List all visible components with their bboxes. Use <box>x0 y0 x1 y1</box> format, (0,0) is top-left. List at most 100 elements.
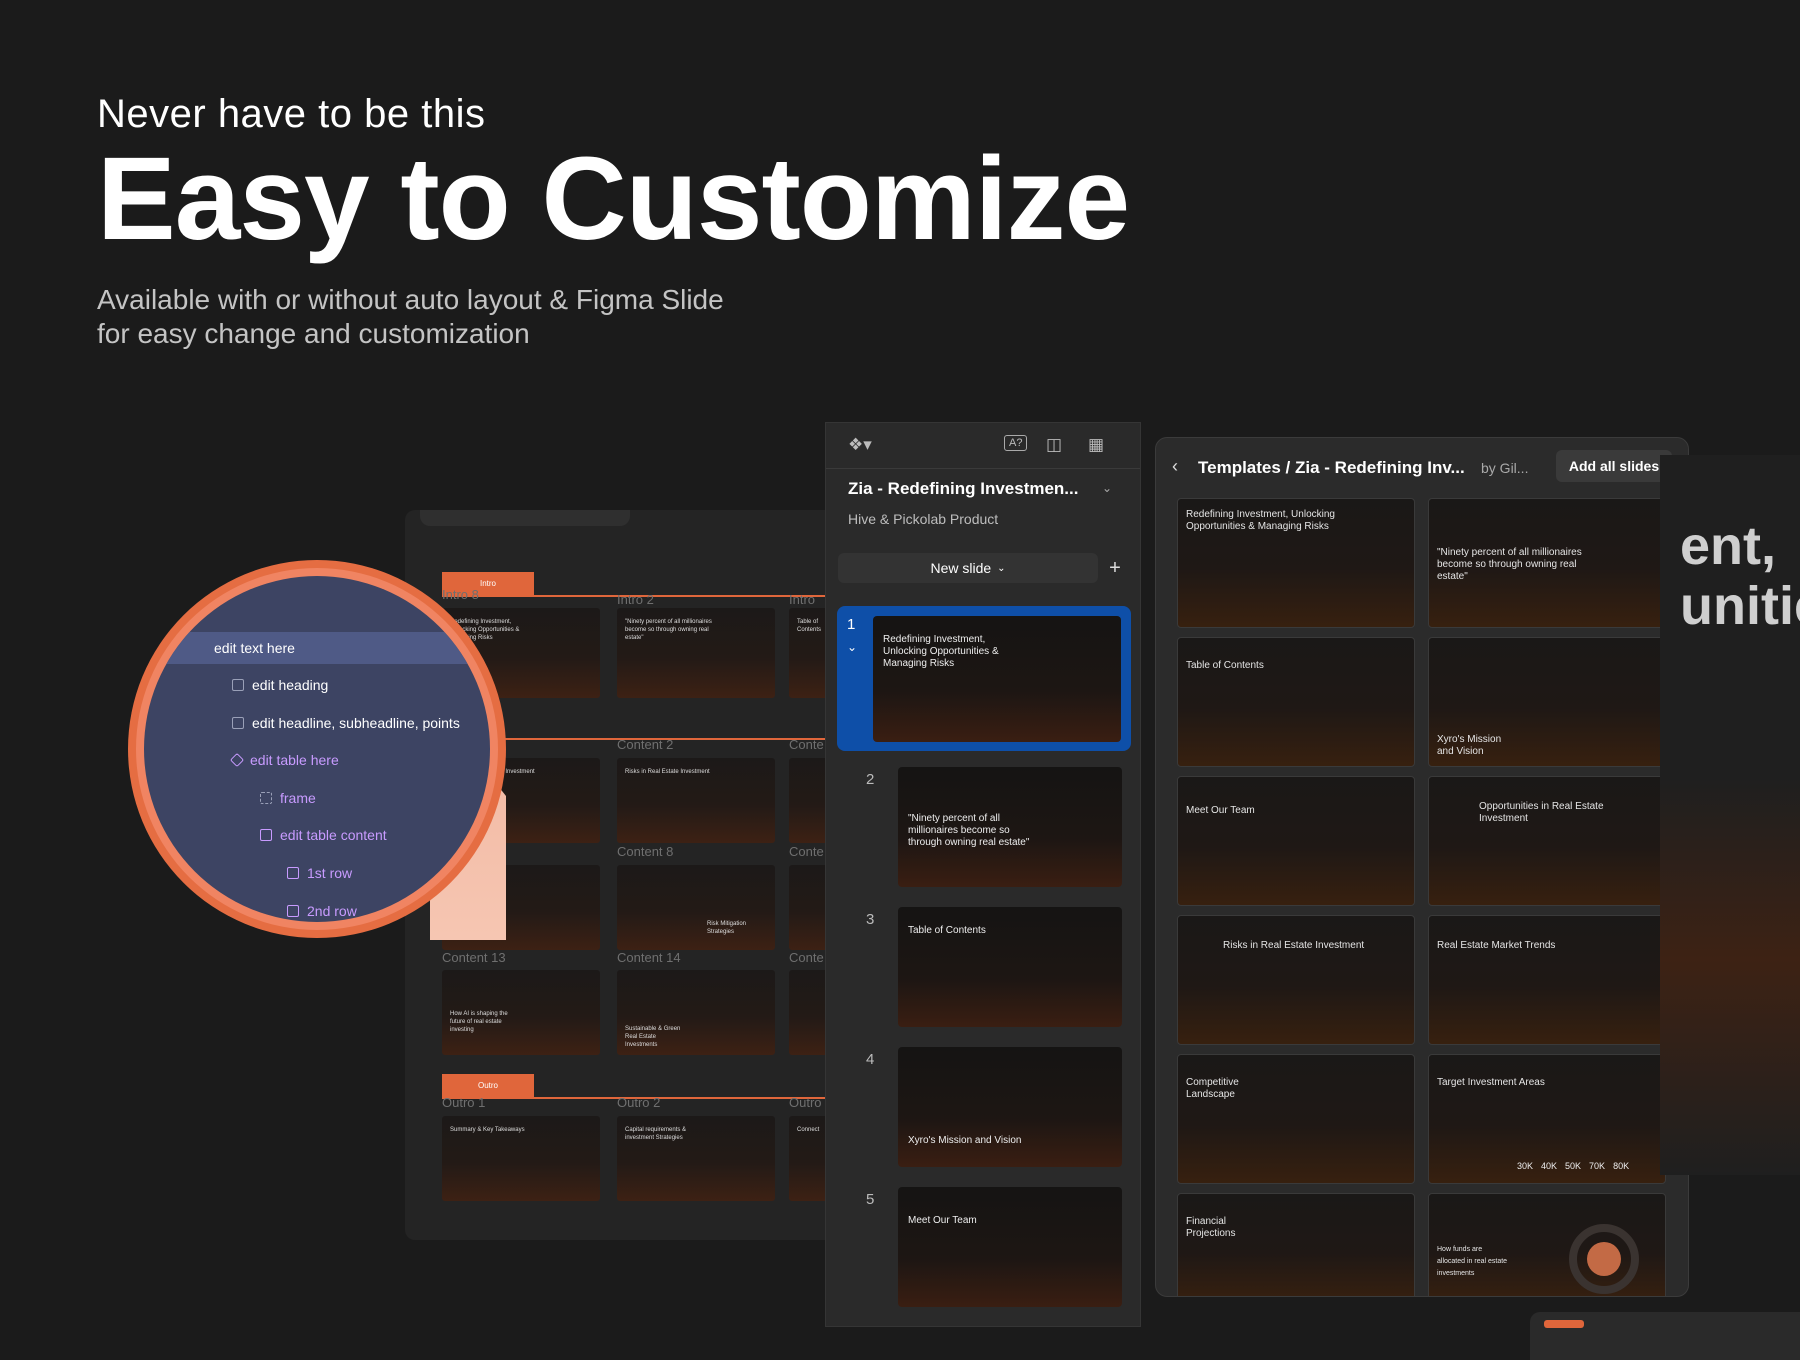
slide-thumbnail[interactable]: Capital requirements & investment Strate… <box>617 1116 775 1201</box>
slide-thumbnail: Redefining Investment, Unlocking Opportu… <box>873 616 1121 742</box>
target-value: 40K <box>1541 1161 1558 1171</box>
slides-sidebar: ❖▾ A? ◫ ▦ Zia - Redefining Investmen... … <box>825 422 1141 1327</box>
slide-thumbnail[interactable]: Risks in Real Estate Investment <box>617 758 775 843</box>
template-card[interactable]: Competitive Landscape <box>1177 1054 1415 1184</box>
hero-subtitle: Available with or without auto layout & … <box>97 283 724 351</box>
slide-label: Intro 2 <box>617 592 654 607</box>
new-slide-button[interactable]: New slide ⌄ <box>838 553 1098 583</box>
template-card[interactable]: Redefining Investment, Unlocking Opportu… <box>1177 498 1415 628</box>
hero-eyebrow: Never have to be this <box>97 92 486 136</box>
slide-thumbnail-title: Summary & Key Takeaways <box>450 1127 525 1133</box>
template-card[interactable]: Risks in Real Estate Investment <box>1177 915 1415 1045</box>
target-values: 30K 40K 50K 70K 80K <box>1517 1161 1629 1171</box>
template-card[interactable]: "Ninety percent of all millionaires beco… <box>1428 498 1666 628</box>
template-card[interactable]: Table of Contents <box>1177 637 1415 767</box>
layer-label: edit table here <box>250 752 339 768</box>
layer-item[interactable]: 1st row <box>287 865 352 881</box>
slide-thumbnail: Xyro's Mission and Vision <box>898 1047 1122 1167</box>
slide-label: Content 2 <box>617 737 674 752</box>
slide-number: 2 <box>866 771 875 788</box>
slide-thumbnail[interactable]: Sustainable & Green Real Estate Investme… <box>617 970 775 1055</box>
slide-number: 1 <box>847 616 856 633</box>
template-card[interactable]: Xyro's Mission and Vision <box>1428 637 1666 767</box>
target-value: 30K <box>1517 1161 1534 1171</box>
slide-list-item[interactable]: 4 Xyro's Mission and Vision <box>826 1041 1140 1171</box>
donut-center <box>1587 1242 1621 1276</box>
template-card-title: Redefining Investment, Unlocking Opportu… <box>1186 509 1335 532</box>
slide-preview-text: ent, <box>1680 516 1777 576</box>
template-card-title: Real Estate Market Trends <box>1437 940 1556 951</box>
add-slide-button[interactable]: + <box>1100 553 1130 583</box>
template-card-title: Opportunities in Real Estate Investment <box>1479 801 1604 824</box>
grid-view-icon[interactable]: ▦ <box>1088 435 1104 455</box>
layer-label: 1st row <box>307 865 353 881</box>
template-card-title: Table of Contents <box>1186 660 1264 671</box>
slide-thumbnail-title: How AI is shaping the future of real est… <box>450 1011 508 1033</box>
template-card[interactable]: Opportunities in Real Estate Investment <box>1428 776 1666 906</box>
figma-menu-icon[interactable]: ❖▾ <box>848 435 872 455</box>
slide-label: Outro 2 <box>617 1095 661 1110</box>
file-subtitle: Hive & Pickolab Product <box>848 511 999 527</box>
layers-panel: edit text here edit heading edit headlin… <box>144 576 490 922</box>
frame-icon <box>232 679 244 691</box>
layer-item[interactable]: edit headline, subheadline, points <box>232 715 460 731</box>
sidebar-toolbar: ❖▾ A? ◫ ▦ <box>826 423 1140 469</box>
slide-list-item[interactable]: 1 ⌄ Redefining Investment, Unlocking Opp… <box>837 606 1131 751</box>
template-author: by Gil... <box>1481 460 1529 476</box>
slide-thumbnail-title: Table of Contents <box>797 619 822 633</box>
slide-thumbnail[interactable]: Summary & Key Takeaways <box>442 1116 600 1201</box>
template-card-title: "Ninety percent of all millionaires beco… <box>1437 547 1582 582</box>
file-title[interactable]: Zia - Redefining Investmen... <box>848 479 1078 499</box>
add-all-slides-button[interactable]: Add all slides <box>1556 450 1672 482</box>
template-card-title: Risks in Real Estate Investment <box>1223 940 1365 951</box>
layers-magnifier: edit text here edit heading edit headlin… <box>128 560 506 938</box>
layer-item[interactable]: edit table content <box>260 827 387 843</box>
component-icon <box>229 752 245 768</box>
template-card-title: Xyro's Mission and Vision <box>1437 734 1502 757</box>
templates-breadcrumb[interactable]: Templates / Zia - Redefining Inv... <box>1198 458 1465 478</box>
slide-thumbnail-title: "Ninety percent of all millionaires beco… <box>625 619 712 641</box>
template-card-title: Financial Projections <box>1186 1216 1236 1239</box>
layer-item[interactable]: edit table here <box>229 752 339 768</box>
single-view-icon[interactable]: ◫ <box>1046 435 1062 455</box>
target-value: 80K <box>1613 1161 1630 1171</box>
bottom-toolbar-tab <box>1530 1312 1800 1360</box>
slide-label: Conte <box>789 950 824 965</box>
new-slide-label: New slide <box>930 560 992 576</box>
slide-thumbnail[interactable]: Risk Mitigation Strategies <box>617 865 775 950</box>
target-value: 70K <box>1589 1161 1606 1171</box>
slide-thumbnail-title: Sustainable & Green Real Estate Investme… <box>625 1026 681 1048</box>
chevron-down-icon[interactable]: ⌄ <box>847 640 857 654</box>
slide-thumbnail-title: Redefining Investment, Unlocking Opportu… <box>883 634 999 669</box>
layer-label: edit heading <box>252 677 329 693</box>
slide-label: Content 13 <box>442 950 506 965</box>
chevron-left-icon[interactable]: ‹ <box>1172 456 1178 477</box>
template-card[interactable]: Meet Our Team <box>1177 776 1415 906</box>
template-card[interactable]: Financial Projections <box>1177 1193 1415 1296</box>
slide-list-item[interactable]: 5 Meet Our Team <box>826 1181 1140 1311</box>
template-card[interactable]: Target Investment Areas 30K 40K 50K 70K … <box>1428 1054 1666 1184</box>
template-card[interactable]: How funds are allocated in real estate i… <box>1428 1193 1666 1296</box>
layer-item[interactable]: frame <box>260 790 316 806</box>
hero-title: Easy to Customize <box>97 133 1130 265</box>
hero-subtitle-line-1: Available with or without auto layout & … <box>97 284 724 315</box>
layer-label: frame <box>280 790 316 806</box>
template-card[interactable]: Real Estate Market Trends <box>1428 915 1666 1045</box>
slide-label: Conte <box>789 844 824 859</box>
font-icon[interactable]: A? <box>1004 435 1028 451</box>
layer-selected-highlight <box>144 632 490 664</box>
layer-item[interactable]: edit text here <box>214 640 295 656</box>
template-card-title: Meet Our Team <box>1186 805 1255 816</box>
slide-label: Content 8 <box>617 844 674 859</box>
layer-item[interactable]: edit heading <box>232 677 328 693</box>
chevron-down-icon[interactable]: ⌄ <box>1102 481 1112 495</box>
slide-thumbnail[interactable]: How AI is shaping the future of real est… <box>442 970 600 1055</box>
slide-thumbnail: "Ninety percent of all millionaires beco… <box>898 767 1122 887</box>
slide-thumbnail[interactable]: "Ninety percent of all millionaires beco… <box>617 608 775 698</box>
layer-item[interactable]: 2nd row <box>287 903 357 919</box>
slide-list-item[interactable]: 3 Table of Contents <box>826 901 1140 1031</box>
slide-list-item[interactable]: 2 "Ninety percent of all millionaires be… <box>826 761 1140 891</box>
templates-panel: ‹ Templates / Zia - Redefining Inv... by… <box>1155 437 1689 1297</box>
slide-thumbnail-title: "Ninety percent of all millionaires beco… <box>908 813 1030 848</box>
slide-label: Conte <box>789 737 824 752</box>
